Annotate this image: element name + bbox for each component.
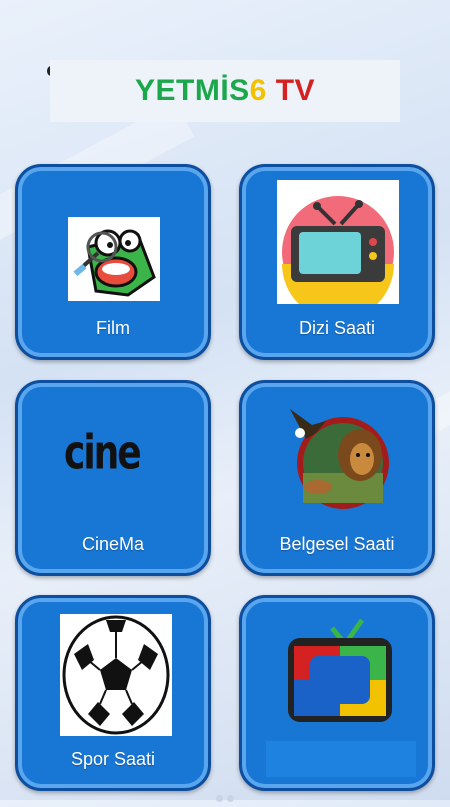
tile-label: Film (96, 318, 130, 338)
cine-text-icon: cine (50, 403, 170, 513)
app-title: YETMİS6 TV (134, 74, 316, 107)
tile-cinema[interactable]: cine CineMa (15, 380, 211, 576)
soccer-ball-icon (60, 614, 172, 736)
tile-dizi-saati[interactable]: Dizi Saati (239, 164, 435, 360)
retro-tv-icon (277, 180, 399, 304)
page-indicator (0, 789, 450, 807)
tile-film[interactable]: Film (15, 164, 211, 360)
tile-label-area (266, 741, 416, 777)
tile-label: CineMa (81, 534, 145, 554)
tile-label: Dizi Saati (298, 318, 376, 338)
tile-belgesel-saati[interactable]: Belgesel Saati (239, 380, 435, 576)
tile-label: Belgesel Saati (279, 534, 395, 554)
tile-spor-saati[interactable]: Spor Saati (15, 595, 211, 791)
cartoon-frog-icon (68, 217, 160, 301)
wildlife-icon (282, 403, 400, 513)
app-header: YETMİS6 TV (50, 60, 400, 122)
page-dot (227, 795, 234, 802)
colorful-tv-icon (286, 616, 394, 726)
tile-tv-app[interactable] (239, 595, 435, 791)
tile-label: Spor Saati (70, 749, 156, 769)
page-dot (216, 795, 223, 802)
